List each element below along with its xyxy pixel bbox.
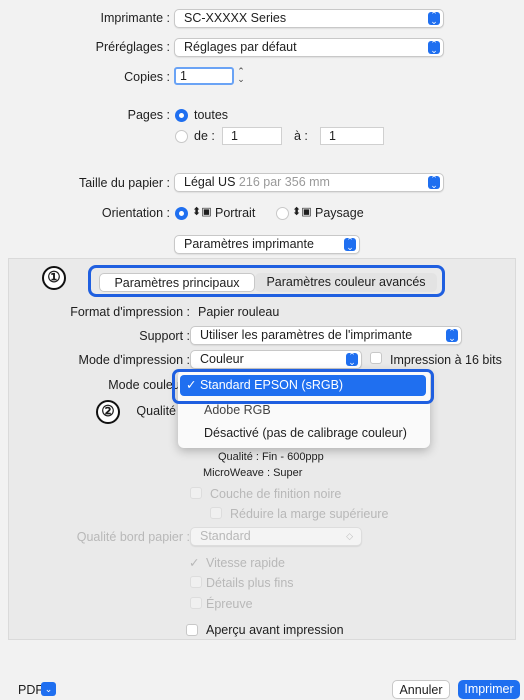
tab-main-settings[interactable]: Paramètres principaux [99, 273, 255, 292]
portrait-icon: ⬍▣ [192, 206, 212, 218]
copies-stepper[interactable]: ⌃ ⌄ [236, 67, 246, 85]
print-mode-popup[interactable]: Couleur ⌃ ⌄ [190, 350, 362, 369]
presets-popup[interactable]: Réglages par défaut ⌃ ⌄ [174, 38, 444, 57]
landscape-radio[interactable] [276, 207, 289, 220]
bit16-checkbox[interactable] [370, 352, 382, 364]
proof-label: Épreuve [206, 597, 253, 611]
chevron-updown-icon: ⌃ ⌄ [428, 11, 440, 26]
paper-edge-popup[interactable]: Standard ◇ [190, 527, 362, 546]
copies-input[interactable]: 1 [174, 67, 234, 85]
menu-item-standard-epson-label: Standard EPSON (sRGB) [199, 378, 344, 392]
support-label: Support : [139, 329, 190, 343]
pages-from-label: de : [194, 129, 215, 143]
pdf-chevron-icon[interactable]: ⌄ [41, 682, 56, 696]
pages-to-input[interactable]: 1 [320, 127, 384, 145]
black-finish-checkbox[interactable] [190, 487, 202, 499]
high-speed-label: Vitesse rapide [206, 556, 285, 570]
reduce-margin-label: Réduire la marge supérieure [230, 507, 389, 521]
checkmark-icon: ✓ [189, 556, 200, 570]
chevron-updown-icon: ⌃ ⌄ [344, 237, 356, 252]
paper-edge-label: Qualité bord papier : [76, 530, 190, 544]
portrait-label: Portrait [215, 206, 256, 220]
quality-label: Qualité [136, 404, 176, 418]
finer-details-checkbox[interactable] [190, 576, 202, 588]
copies-label: Copies : [124, 70, 170, 84]
paper-size-detail: 216 par 356 mm [238, 175, 330, 189]
proof-checkbox[interactable] [190, 597, 202, 609]
printer-label: Imprimante : [100, 11, 170, 25]
quality-info: Qualité : Fin - 600ppp [218, 451, 324, 463]
callout-2: ② [96, 400, 120, 424]
pages-label: Pages : [127, 108, 170, 122]
portrait-radio[interactable] [175, 207, 188, 220]
landscape-label: Paysage [315, 206, 364, 220]
presets-value: Réglages par défaut [184, 40, 297, 54]
paper-size-popup[interactable]: Légal US 216 par 356 mm ⌃ ⌄ [174, 173, 444, 192]
print-format-value: Papier rouleau [198, 305, 280, 319]
preview-label: Aperçu avant impression [206, 623, 344, 637]
pages-all-radio[interactable] [175, 109, 188, 122]
presets-label: Préréglages : [95, 40, 170, 54]
menu-item-disabled[interactable]: Désactivé (pas de calibrage couleur) [204, 426, 407, 440]
chevron-updown-icon: ⌃ ⌄ [346, 352, 358, 367]
chevron-updown-icon: ⌃ ⌄ [428, 40, 440, 55]
support-value: Utiliser les paramètres de l'imprimante [200, 328, 413, 342]
print-mode-value: Couleur [200, 352, 244, 366]
pdf-label[interactable]: PDF [18, 683, 43, 697]
tab-advanced-color[interactable]: Paramètres couleur avancés [255, 273, 437, 292]
menu-item-standard-epson[interactable]: ✓ Standard EPSON (sRGB) [180, 375, 426, 396]
paper-edge-value: Standard [200, 529, 251, 543]
printer-value: SC-XXXXX Series [184, 11, 287, 25]
pages-from-input[interactable]: 1 [222, 127, 282, 145]
pages-range-radio[interactable] [175, 130, 188, 143]
black-finish-label: Couche de finition noire [210, 487, 342, 501]
print-format-label: Format d'impression : [70, 305, 190, 319]
support-popup[interactable]: Utiliser les paramètres de l'imprimante … [190, 326, 462, 345]
paper-size-value: Légal US [184, 175, 236, 189]
reduce-margin-checkbox[interactable] [210, 507, 222, 519]
checkmark-icon: ✓ [186, 378, 197, 392]
pages-to-label: à : [294, 129, 308, 143]
print-mode-label: Mode d'impression : [78, 353, 190, 367]
pages-all-label: toutes [194, 108, 229, 122]
chevron-updown-icon: ⌃ ⌄ [428, 175, 440, 190]
cancel-button[interactable]: Annuler [392, 680, 450, 699]
section-popup-value: Paramètres imprimante [184, 237, 314, 251]
menu-item-adobe-rgb[interactable]: Adobe RGB [204, 403, 271, 417]
callout-1: ① [42, 266, 66, 290]
bit16-label: Impression à 16 bits [390, 353, 502, 367]
section-popup[interactable]: Paramètres imprimante ⌃ ⌄ [174, 235, 360, 254]
microweave-info: MicroWeave : Super [203, 467, 303, 479]
preview-checkbox[interactable] [186, 624, 198, 636]
chevron-updown-icon: ⌃ ⌄ [446, 328, 458, 343]
printer-popup[interactable]: SC-XXXXX Series ⌃ ⌄ [174, 9, 444, 28]
orientation-label: Orientation : [101, 206, 170, 220]
landscape-icon: ⬍▣ [292, 206, 312, 218]
finer-details-label: Détails plus fins [206, 576, 294, 590]
chevron-updown-icon: ◇ [346, 531, 353, 541]
paper-size-label: Taille du papier : [78, 176, 170, 190]
print-button[interactable]: Imprimer [458, 680, 520, 699]
